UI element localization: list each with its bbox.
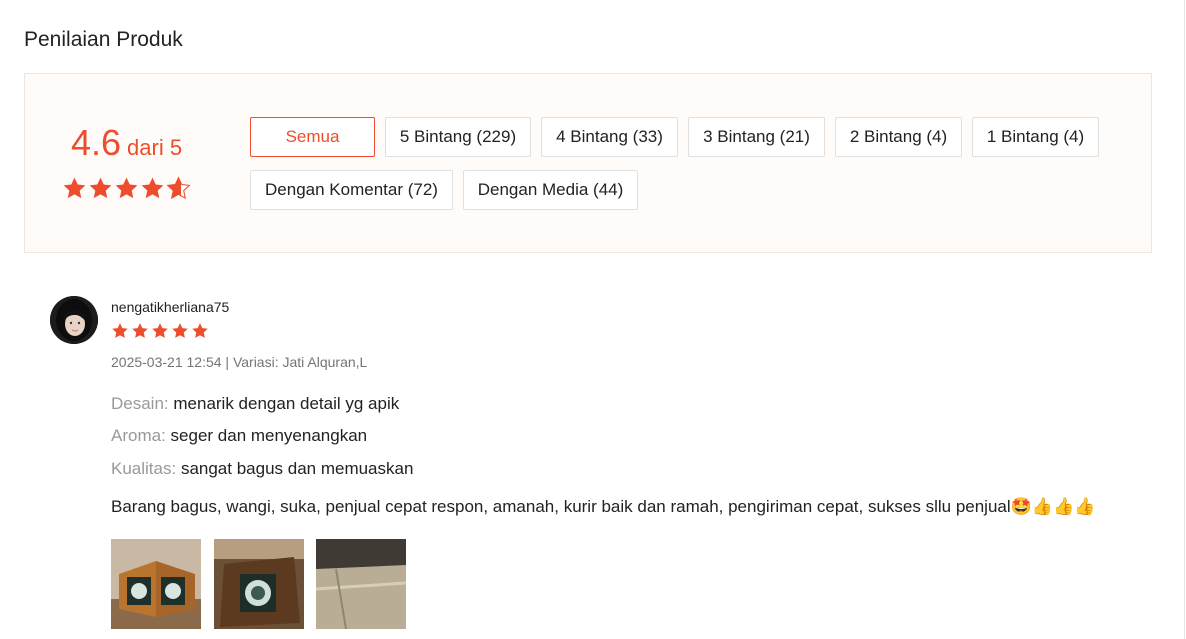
filter-5-star-button[interactable]: 5 Bintang (229) (385, 117, 531, 157)
review-photo-2[interactable] (214, 539, 304, 629)
score-value: 4.6 (71, 122, 122, 163)
attribute-label: Kualitas: (111, 459, 177, 478)
overall-score: 4.6 dari 5 (71, 122, 182, 164)
attribute-label: Aroma: (111, 426, 166, 445)
review-stars (111, 322, 209, 340)
review-meta: 2025-03-21 12:54 | Variasi: Jati Alquran… (111, 354, 368, 370)
star-icon (132, 323, 148, 338)
star-icon (152, 323, 168, 338)
attribute-value: sangat bagus dan memuaskan (180, 459, 414, 478)
reviewer-username: nengatikherliana75 (111, 299, 230, 315)
star-icon (89, 177, 112, 199)
quran-stand-photo (214, 539, 304, 629)
attribute-label: Desain: (111, 394, 169, 413)
review-comment: Barang bagus, wangi, suka, penjual cepat… (111, 497, 1096, 516)
attribute-value: menarik dengan detail yg apik (173, 394, 400, 413)
star-icon (141, 177, 164, 199)
filter-1-star-button[interactable]: 1 Bintang (4) (972, 117, 1099, 157)
score-out-of: dari 5 (127, 135, 183, 160)
quran-stand-photo (111, 539, 201, 629)
rating-summary-panel: 4.6 dari 5 Semua 5 Bintang (229) 4 Bintan… (24, 73, 1152, 253)
attribute-value: seger dan menyenangkan (170, 426, 368, 445)
filter-4-star-button[interactable]: 4 Bintang (33) (541, 117, 678, 157)
star-icon (112, 323, 128, 338)
filter-2-star-button[interactable]: 2 Bintang (4) (835, 117, 962, 157)
section-title: Penilaian Produk (24, 28, 183, 51)
star-icon (192, 323, 208, 338)
star-half-icon (166, 176, 191, 200)
filter-3-star-button[interactable]: 3 Bintang (21) (688, 117, 825, 157)
filter-all-button[interactable]: Semua (250, 117, 375, 157)
review-attribute-quality: Kualitas: sangat bagus dan memuaskan (111, 459, 413, 479)
review-photo-3[interactable] (316, 539, 406, 629)
review-attribute-aroma: Aroma: seger dan menyenangkan (111, 426, 367, 446)
filter-with-media-button[interactable]: Dengan Media (44) (463, 170, 638, 210)
star-icon (172, 323, 188, 338)
review-photo-1[interactable] (111, 539, 201, 629)
filter-with-comment-button[interactable]: Dengan Komentar (72) (250, 170, 453, 210)
user-photo (50, 296, 98, 344)
star-icon (115, 177, 138, 199)
right-edge-divider (1184, 0, 1185, 639)
avatar[interactable] (50, 296, 98, 344)
overall-stars (62, 176, 191, 201)
star-icon (63, 177, 86, 199)
review-attribute-design: Desain: menarik dengan detail yg apik (111, 394, 399, 414)
package-photo (316, 539, 406, 629)
